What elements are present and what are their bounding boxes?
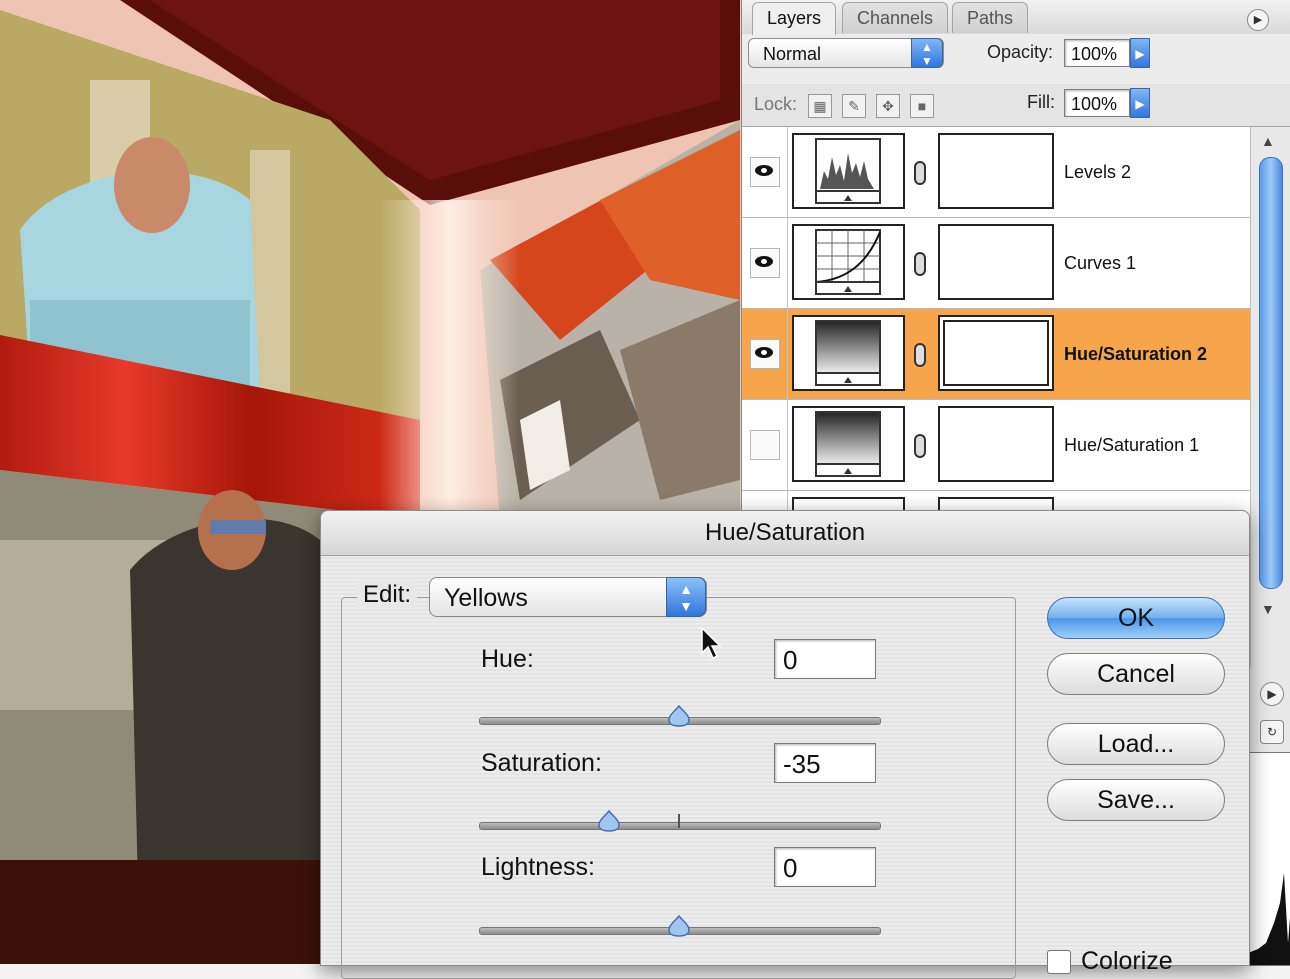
- layer-name: Levels 2: [1064, 162, 1132, 182]
- lightness-label: Lightness:: [481, 853, 595, 881]
- lock-row: Lock: ▦ ✎ ✥ ■ Fill: 100% ▶: [742, 84, 1290, 127]
- saturation-label: Saturation:: [481, 749, 602, 777]
- mouse-pointer-icon: [701, 626, 723, 666]
- lock-move-icon[interactable]: ✥: [876, 94, 900, 118]
- layer-list: Levels 2 Curves 1 Hue/Saturation 2 Hue/S…: [742, 127, 1250, 527]
- lightness-slider-thumb[interactable]: [667, 915, 691, 937]
- opacity-label: Opacity:: [987, 42, 1054, 62]
- lock-all-icon[interactable]: ■: [910, 94, 934, 118]
- layer-mask-thumbnail[interactable]: [938, 133, 1054, 209]
- tab-layers[interactable]: Layers: [752, 2, 837, 35]
- link-chain-icon[interactable]: [914, 161, 926, 185]
- blend-row: Normal ▲ ▼ Opacity: 100% ▶: [742, 34, 1290, 84]
- colorize-checkbox-row[interactable]: Colorize: [1047, 947, 1173, 976]
- dialog-title: Hue/Saturation: [321, 511, 1249, 556]
- colorize-label: Colorize: [1081, 947, 1173, 975]
- fill-field[interactable]: 100%: [1064, 89, 1130, 117]
- colorize-checkbox[interactable]: [1047, 950, 1071, 975]
- visibility-cell[interactable]: [742, 400, 788, 490]
- layers-scrollbar[interactable]: ▲ ▼: [1250, 127, 1290, 667]
- fill-arrow-icon[interactable]: ▶: [1130, 88, 1150, 118]
- scroll-down-icon[interactable]: ▼: [1261, 601, 1275, 617]
- edit-label: Edit:: [357, 581, 418, 609]
- visibility-cell[interactable]: [742, 218, 788, 308]
- link-chain-icon[interactable]: [914, 252, 926, 276]
- histogram-preview: [1247, 752, 1290, 966]
- layer-name: Curves 1: [1064, 253, 1137, 273]
- refresh-icon[interactable]: ↻: [1260, 720, 1284, 744]
- hue-saturation-icon: [792, 315, 905, 391]
- edit-channel-value: Yellows: [444, 584, 528, 612]
- saturation-field[interactable]: -35: [774, 743, 876, 783]
- layer-mask-thumbnail[interactable]: [938, 224, 1054, 300]
- load-button[interactable]: Load...: [1047, 723, 1225, 765]
- lock-transparent-icon[interactable]: ▦: [808, 94, 832, 118]
- blend-mode-select[interactable]: Normal ▲ ▼: [748, 38, 944, 68]
- blend-mode-value: Normal: [763, 44, 822, 64]
- saturation-slider-thumb[interactable]: [597, 810, 621, 832]
- layer-name: Hue/Saturation 2: [1064, 344, 1208, 364]
- layer-row-levels-2[interactable]: Levels 2: [742, 127, 1250, 218]
- saturation-slider-track[interactable]: [479, 822, 881, 830]
- layer-row-curves-1[interactable]: Curves 1: [742, 218, 1250, 309]
- hue-slider-thumb[interactable]: [667, 705, 691, 727]
- lock-brush-icon[interactable]: ✎: [842, 94, 866, 118]
- eye-icon: [755, 256, 773, 267]
- hue-field[interactable]: 0: [774, 639, 876, 679]
- ok-button[interactable]: OK: [1047, 597, 1225, 639]
- curves-icon: [792, 224, 905, 300]
- hue-label: Hue:: [481, 645, 534, 673]
- layer-row-hue-saturation-2[interactable]: Hue/Saturation 2: [742, 309, 1250, 400]
- tab-channels[interactable]: Channels: [842, 2, 949, 33]
- layer-name: Hue/Saturation 1: [1064, 435, 1200, 455]
- visibility-cell[interactable]: [742, 127, 788, 217]
- fill-label: Fill:: [1027, 92, 1055, 112]
- hue-saturation-dialog: Hue/Saturation Edit: Yellows ▲ ▼ Hue: 0 S…: [320, 510, 1250, 979]
- opacity-arrow-icon[interactable]: ▶: [1130, 38, 1150, 68]
- panel-menu-icon[interactable]: ▶: [1260, 682, 1284, 706]
- levels-icon: [792, 133, 905, 209]
- layer-mask-thumbnail[interactable]: [938, 315, 1054, 391]
- opacity-field[interactable]: 100%: [1064, 39, 1130, 67]
- scroll-up-icon[interactable]: ▲: [1261, 133, 1275, 149]
- panel-menu-icon[interactable]: ▶: [1247, 9, 1269, 31]
- link-chain-icon[interactable]: [914, 434, 926, 458]
- layer-row-hue-saturation-1[interactable]: Hue/Saturation 1: [742, 400, 1250, 491]
- hue-saturation-icon: [792, 406, 905, 482]
- lock-label: Lock:: [754, 94, 798, 114]
- panel-tabbar: Layers Channels Paths ▶: [742, 0, 1290, 35]
- scroll-thumb[interactable]: [1259, 157, 1283, 589]
- eye-icon: [755, 165, 773, 176]
- eye-icon: [755, 347, 773, 358]
- tab-paths[interactable]: Paths: [952, 2, 1029, 33]
- visibility-cell[interactable]: [742, 309, 788, 399]
- link-chain-icon[interactable]: [914, 343, 926, 367]
- chevron-updown-icon: ▲ ▼: [911, 38, 943, 68]
- saturation-center-tick: [678, 814, 680, 828]
- edit-channel-select[interactable]: Yellows ▲ ▼: [429, 577, 707, 617]
- save-button[interactable]: Save...: [1047, 779, 1225, 821]
- lightness-field[interactable]: 0: [774, 847, 876, 887]
- chevron-updown-icon: ▲ ▼: [666, 577, 706, 617]
- layer-mask-thumbnail[interactable]: [938, 406, 1054, 482]
- cancel-button[interactable]: Cancel: [1047, 653, 1225, 695]
